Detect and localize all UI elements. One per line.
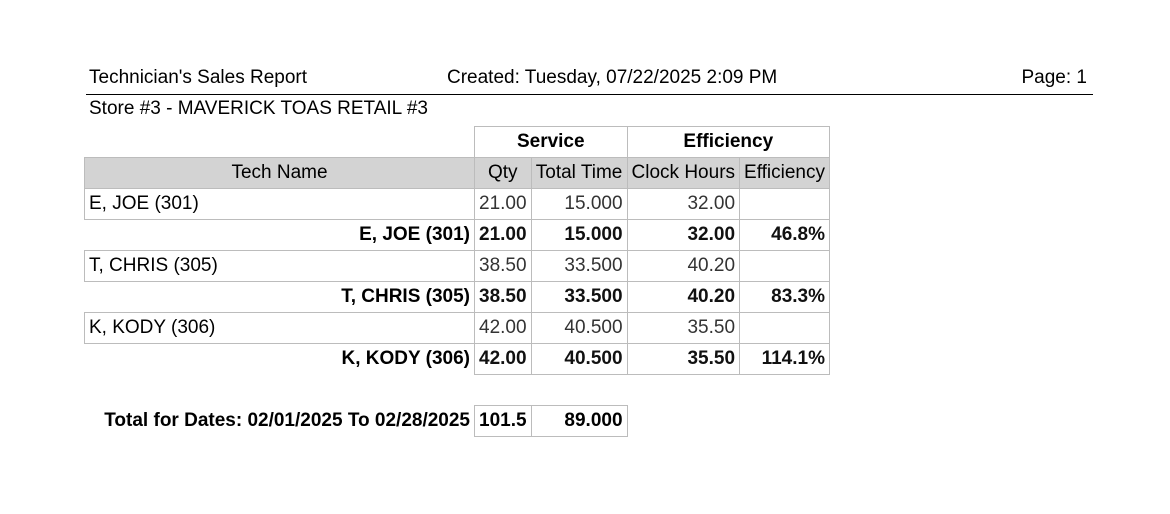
subtotal-clock-hours-cell: 35.50: [626, 343, 741, 375]
subtotal-qty-cell: 42.00: [474, 343, 532, 375]
subtotal-total-time-cell: 15.000: [530, 219, 628, 251]
col-header-total-time: Total Time: [530, 157, 628, 189]
tech-subtotal-row: E, JOE (301) 21.00 15.000 32.00 46.8%: [85, 219, 830, 251]
subtotal-name-cell: K, KODY (306): [341, 348, 470, 370]
tech-detail-row: E, JOE (301) 21.00 15.000 32.00: [84, 188, 830, 220]
tech-subtotal-row: K, KODY (306) 42.00 40.500 35.50 114.1%: [85, 343, 830, 375]
clock-hours-cell: 35.50: [626, 312, 741, 344]
efficiency-cell: [739, 188, 830, 220]
tech-detail-row: K, KODY (306) 42.00 40.500 35.50: [84, 312, 830, 344]
qty-cell: 38.50: [474, 250, 532, 282]
tech-name-cell: K, KODY (306): [84, 312, 475, 344]
subtotal-efficiency-cell: 83.3%: [739, 281, 830, 313]
clock-hours-cell: 40.20: [626, 250, 741, 282]
report-title: Technician's Sales Report: [89, 67, 308, 88]
qty-cell: 42.00: [474, 312, 532, 344]
col-header-clock-hours: Clock Hours: [626, 157, 741, 189]
subtotal-total-time-cell: 40.500: [530, 343, 628, 375]
subtotal-name-cell: T, CHRIS (305): [341, 286, 470, 307]
grand-total-blank: [627, 406, 739, 437]
subtotal-clock-hours-cell: 32.00: [626, 219, 741, 251]
qty-cell: 21.00: [474, 188, 532, 220]
group-header-row: Service Efficiency: [85, 126, 831, 158]
blank-header-cell: [85, 127, 475, 158]
subtotal-name-cell: E, JOE (301): [359, 224, 470, 245]
subtotal-clock-hours-cell: 40.20: [626, 281, 741, 313]
subtotal-efficiency-cell: 46.8%: [739, 219, 830, 251]
subtotal-efficiency-cell: 114.1%: [739, 343, 830, 375]
tech-name-cell: T, CHRIS (305): [84, 250, 475, 282]
page-number: Page: 1: [1021, 67, 1088, 88]
clock-hours-cell: 32.00: [626, 188, 741, 220]
subtotal-qty-cell: 21.00: [474, 219, 532, 251]
column-header-row: Tech Name Qty Total Time Clock Hours Eff…: [84, 157, 830, 189]
col-header-qty: Qty: [474, 157, 532, 189]
tech-sales-table: Service Efficiency Tech Name Qty Total T…: [84, 126, 831, 437]
col-header-tech-name: Tech Name: [84, 157, 475, 189]
subtotal-total-time-cell: 33.500: [530, 281, 628, 313]
efficiency-cell: [739, 312, 830, 344]
grand-total-qty: 101.5: [474, 405, 532, 437]
spacer-row: [85, 375, 830, 406]
spacer-cell: [85, 375, 830, 406]
grand-total-label: Total for Dates: 02/01/2025 To 02/28/202…: [104, 410, 470, 431]
total-time-cell: 40.500: [530, 312, 628, 344]
efficiency-group-header: Efficiency: [626, 126, 831, 158]
total-time-cell: 15.000: [530, 188, 628, 220]
store-name: Store #3 - MAVERICK TOAS RETAIL #3: [89, 98, 428, 119]
tech-detail-row: T, CHRIS (305) 38.50 33.500 40.20: [84, 250, 830, 282]
tech-name-cell: E, JOE (301): [84, 188, 475, 220]
tech-subtotal-row: T, CHRIS (305) 38.50 33.500 40.20 83.3%: [85, 281, 830, 313]
grand-total-row: Total for Dates: 02/01/2025 To 02/28/202…: [85, 405, 830, 437]
subtotal-qty-cell: 38.50: [474, 281, 532, 313]
total-time-cell: 33.500: [530, 250, 628, 282]
grand-total-time: 89.000: [530, 405, 628, 437]
grand-total-blank: [740, 406, 830, 437]
efficiency-cell: [739, 250, 830, 282]
service-group-header: Service: [474, 126, 628, 158]
col-header-efficiency: Efficiency: [739, 157, 830, 189]
header-divider: [86, 94, 1093, 95]
created-timestamp: Created: Tuesday, 07/22/2025 2:09 PM: [447, 67, 778, 88]
